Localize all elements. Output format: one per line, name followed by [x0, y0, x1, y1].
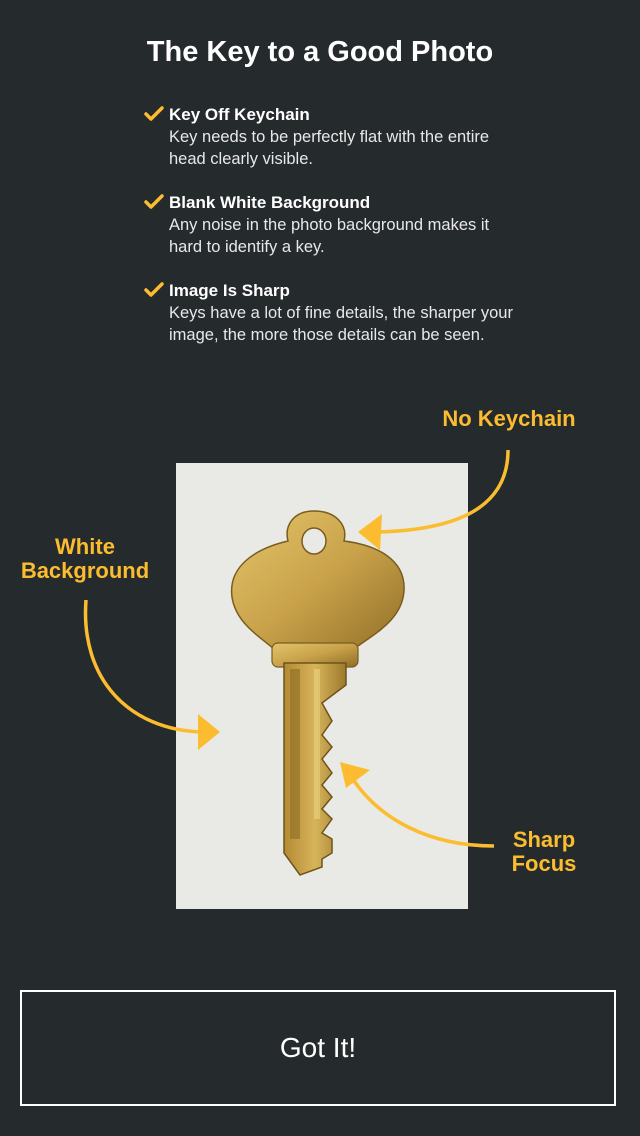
callout-line: White [55, 534, 115, 559]
tip-description: Keys have a lot of fine details, the sha… [169, 304, 513, 344]
callout-no-keychain: No Keychain [442, 406, 576, 431]
callout-line: Background [20, 558, 150, 583]
callout-sharp-focus: Sharp Focus [484, 828, 604, 876]
tip-item-keychain: Key Off Keychain Key needs to be perfect… [144, 104, 524, 170]
callout-line: Sharp [512, 827, 576, 852]
checkmark-icon [144, 282, 164, 297]
tip-item-background: Blank White Background Any noise in the … [144, 192, 524, 258]
tip-title: Blank White Background [169, 193, 371, 212]
checkmark-icon [144, 106, 164, 121]
tip-item-sharp: Image Is Sharp Keys have a lot of fine d… [144, 280, 524, 346]
callout-line: Focus [511, 851, 577, 876]
tip-description: Key needs to be perfectly flat with the … [169, 128, 490, 168]
callout-white-background: White Background [10, 535, 160, 583]
checkmark-icon [144, 194, 164, 209]
tip-title: Image Is Sharp [169, 281, 290, 300]
tips-list: Key Off Keychain Key needs to be perfect… [144, 104, 524, 368]
page-title: The Key to a Good Photo [146, 36, 494, 68]
key-illustration [230, 510, 405, 876]
tip-title: Key Off Keychain [169, 105, 310, 124]
tip-description: Any noise in the photo background makes … [169, 216, 490, 256]
key-example-photo [176, 463, 468, 909]
got-it-button[interactable]: Got It! [20, 990, 616, 1106]
